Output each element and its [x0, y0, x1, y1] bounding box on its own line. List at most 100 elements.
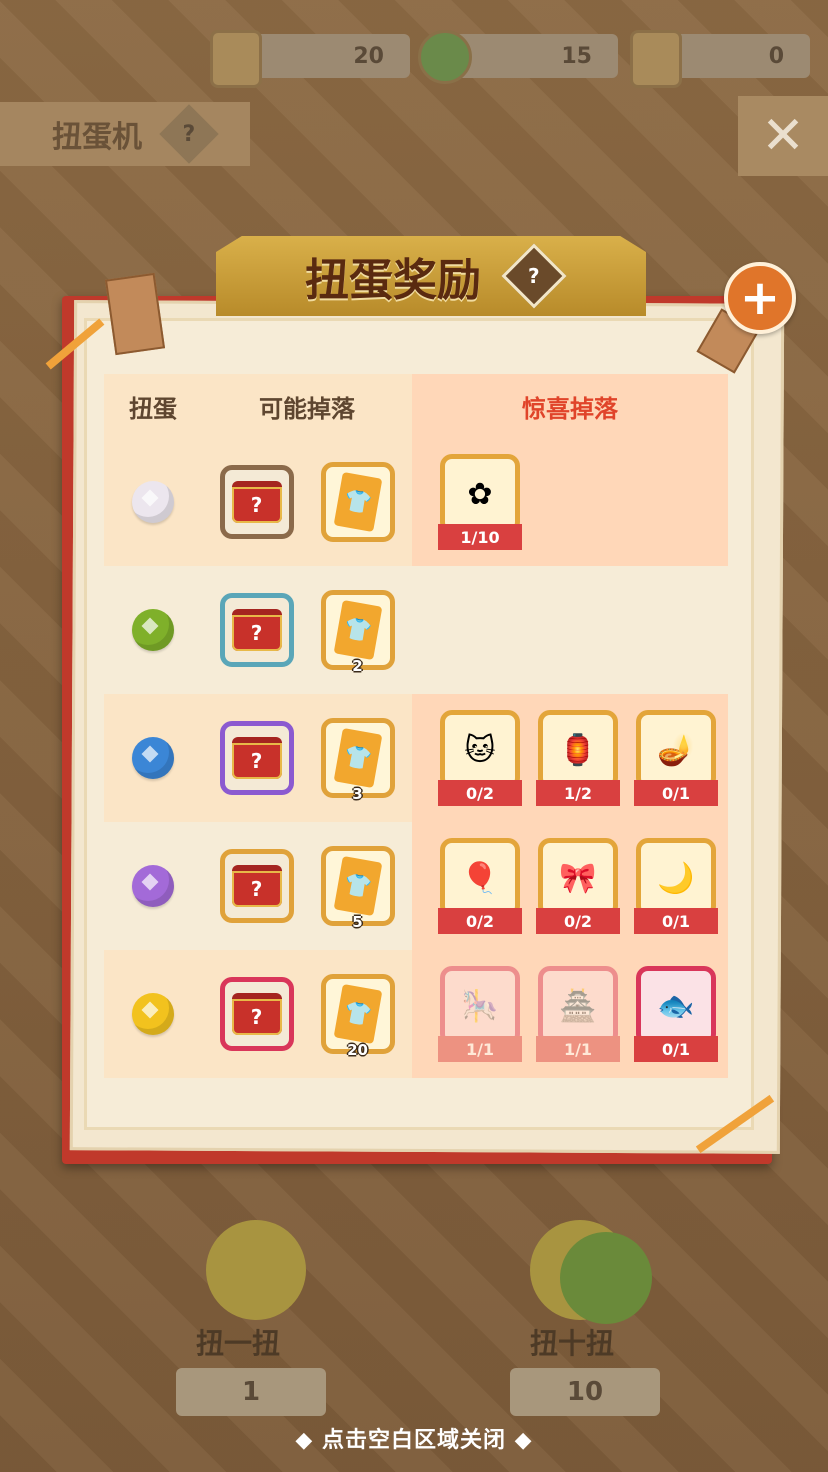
question-icon: ?	[528, 263, 540, 288]
surprise-item[interactable]: 🏯 1/1	[536, 966, 620, 1062]
ticket-item[interactable]: 👕 5	[320, 846, 395, 931]
surprise-cell	[412, 566, 728, 694]
ninja-cat-icon: 🐱	[440, 710, 520, 790]
blue-flower-icon: ✿	[440, 454, 520, 534]
mystery-chest-item[interactable]: ?	[219, 721, 294, 795]
surprise-cell: 🐱 0/2 🏮 1/2 🪔 0/1	[412, 694, 728, 822]
surprise-cell: 🎈 0/2 🎀 0/2 🌙 0/1	[412, 822, 728, 950]
gacha-egg-icon	[132, 737, 174, 779]
mystery-chest-icon: ?	[231, 609, 282, 651]
pink-balloon-icon: 🎀	[538, 838, 618, 918]
surprise-item[interactable]: 🪔 0/1	[634, 710, 718, 806]
gacha-title-bar: 扭蛋机 ?	[0, 102, 250, 166]
ticket-count: 20	[353, 43, 384, 69]
table-header: 扭蛋 可能掉落 惊喜掉落	[104, 374, 728, 438]
ticket-item[interactable]: 👕	[320, 462, 395, 542]
drops-cell: ? 👕	[202, 438, 412, 566]
special-ticket-count: 0	[768, 43, 784, 69]
coin-count: 15	[561, 43, 592, 69]
mystery-chest-icon: ?	[231, 481, 282, 523]
help-button[interactable]: ?	[159, 104, 219, 164]
scene-close-button[interactable]: ✕	[738, 96, 828, 176]
header-egg: 扭蛋	[104, 374, 202, 438]
gacha-egg-icon	[132, 481, 174, 523]
egg-cell	[104, 950, 202, 1078]
surprise-count: 0/2	[438, 908, 522, 934]
shirt-ticket-icon: 👕	[333, 599, 382, 661]
dialog-title-banner: 扭蛋奖励 ?	[216, 236, 646, 316]
mystery-chest-icon: ?	[231, 737, 282, 779]
blue-lamp-icon: 🪔	[636, 710, 716, 790]
surprise-item[interactable]: 🎠 1/1	[438, 966, 522, 1062]
egg-cell	[104, 566, 202, 694]
egg-cell	[104, 694, 202, 822]
pull-one-button[interactable]	[176, 1220, 326, 1330]
question-icon: ?	[182, 121, 196, 147]
surprise-count: 0/2	[438, 780, 522, 806]
pull-ten-cost-value: 10	[566, 1377, 604, 1407]
yellow-ball-icon	[206, 1220, 306, 1320]
table-row: ? 👕 5 🎈 0/2 🎀 0/2 🌙 0/1	[104, 822, 728, 950]
reward-table: 扭蛋 可能掉落 惊喜掉落 ? 👕 ✿ 1/10? 👕 2? 👕 3 🐱 0/2 🏮 1/2 🪔 0/1? 👕…	[104, 374, 728, 1078]
surprise-item[interactable]: 🐱 0/2	[438, 710, 522, 806]
mystery-chest-item[interactable]: ?	[219, 593, 294, 667]
ticket-resource: 20	[210, 30, 410, 88]
table-row: ? 👕 3 🐱 0/2 🏮 1/2 🪔 0/1	[104, 694, 728, 822]
surprise-item[interactable]: 🌙 0/1	[634, 838, 718, 934]
drops-cell: ? 👕 2	[202, 566, 412, 694]
green-ball-icon	[560, 1232, 652, 1324]
table-row: ? 👕 20 🎠 1/1 🏯 1/1 🐟 0/1	[104, 950, 728, 1078]
ticket-icon	[210, 30, 262, 88]
shirt-ticket-icon: 👕	[333, 471, 382, 533]
ticket-quantity: 5	[352, 913, 363, 931]
drops-cell: ? 👕 5	[202, 822, 412, 950]
surprise-count: 0/1	[634, 780, 718, 806]
egg-cell	[104, 822, 202, 950]
close-hint[interactable]: ◆ 点击空白区域关闭 ◆	[0, 1422, 828, 1454]
dialog-help-button[interactable]: ?	[501, 243, 567, 309]
header-drops: 可能掉落	[202, 374, 412, 438]
mystery-chest-item[interactable]: ?	[219, 849, 294, 923]
pull-ten-button[interactable]	[500, 1220, 652, 1330]
close-icon: ✕	[761, 106, 805, 166]
house-icon: 🏯	[538, 966, 618, 1046]
surprise-item[interactable]: 🐟 0/1	[634, 966, 718, 1062]
surprise-count: 1/1	[438, 1036, 522, 1062]
wood-tag-decoration	[104, 272, 166, 356]
ticket-item[interactable]: 👕 20	[320, 974, 395, 1059]
gacha-egg-icon	[132, 865, 174, 907]
surprise-item[interactable]: 🏮 1/2	[536, 710, 620, 806]
surprise-count: 1/1	[536, 1036, 620, 1062]
table-row: ? 👕 2	[104, 566, 728, 694]
gacha-egg-icon	[132, 993, 174, 1035]
coin-resource: 15	[418, 30, 618, 84]
carousel-icon: 🎠	[440, 966, 520, 1046]
ticket-item[interactable]: 👕 2	[320, 590, 395, 675]
close-icon: +	[739, 270, 781, 326]
pull-one-cost-value: 1	[241, 1377, 261, 1407]
surprise-item[interactable]: ✿ 1/10	[438, 454, 522, 550]
special-ticket-icon	[630, 30, 682, 88]
gacha-egg-icon	[132, 609, 174, 651]
coin-icon	[418, 30, 472, 84]
dialog-close-button[interactable]: +	[724, 262, 796, 334]
surprise-item[interactable]: 🎈 0/2	[438, 838, 522, 934]
pull-one-label: 扭一扭	[196, 1327, 281, 1360]
lantern-icon: 🏮	[538, 710, 618, 790]
surprise-item[interactable]: 🎀 0/2	[536, 838, 620, 934]
mystery-chest-item[interactable]: ?	[219, 977, 294, 1051]
mystery-chest-icon: ?	[231, 993, 282, 1035]
pull-ten-label: 扭十扭	[530, 1327, 615, 1360]
ticket-quantity: 3	[352, 785, 363, 803]
gacha-title: 扭蛋机	[52, 120, 142, 155]
red-fish-icon: 🐟	[636, 966, 716, 1046]
pull-one-cost: 1	[176, 1368, 326, 1416]
balloon-cats-icon: 🎈	[440, 838, 520, 918]
surprise-count: 0/2	[536, 908, 620, 934]
special-ticket-resource: 0	[630, 30, 810, 88]
table-row: ? 👕 ✿ 1/10	[104, 438, 728, 566]
ticket-quantity: 2	[352, 657, 363, 675]
pull-ten-cost: 10	[510, 1368, 660, 1416]
mystery-chest-item[interactable]: ?	[219, 465, 294, 539]
ticket-item[interactable]: 👕 3	[320, 718, 395, 803]
